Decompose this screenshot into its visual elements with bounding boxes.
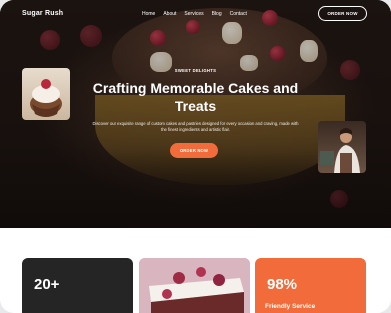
hero-eyebrow: SWEET DELIGHTS [174,68,217,73]
nav-about[interactable]: About [163,11,176,17]
cake-slice-image-card [139,258,250,313]
stat-card-service: 98% Friendly Service [255,258,366,313]
nav-blog[interactable]: Blog [212,11,222,17]
main-nav: Home About Services Blog Contact [142,11,247,17]
hero-order-button[interactable]: ORDER NOW [170,143,218,158]
header-order-button[interactable]: ORDER NOW [318,6,367,21]
nav-services[interactable]: Services [184,11,203,17]
cupcake-thumbnail [22,68,70,120]
stat-label: Friendly Service [265,303,316,310]
page-frame: Sugar Rush Home About Services Blog Cont… [0,0,391,313]
brand-logo[interactable]: Sugar Rush [22,10,63,17]
hero-title: Crafting Memorable Cakes and Treats [92,80,299,114]
baker-thumbnail [318,121,366,173]
stat-value: 98% [267,276,298,293]
hero-description: Discover our exquisite range of custom c… [92,121,299,133]
nav-contact[interactable]: Contact [230,11,247,17]
hero-section: Sugar Rush Home About Services Blog Cont… [0,0,391,228]
stat-value: 20+ [34,276,60,293]
stat-card-experience: 20+ [22,258,133,313]
nav-home[interactable]: Home [142,11,155,17]
